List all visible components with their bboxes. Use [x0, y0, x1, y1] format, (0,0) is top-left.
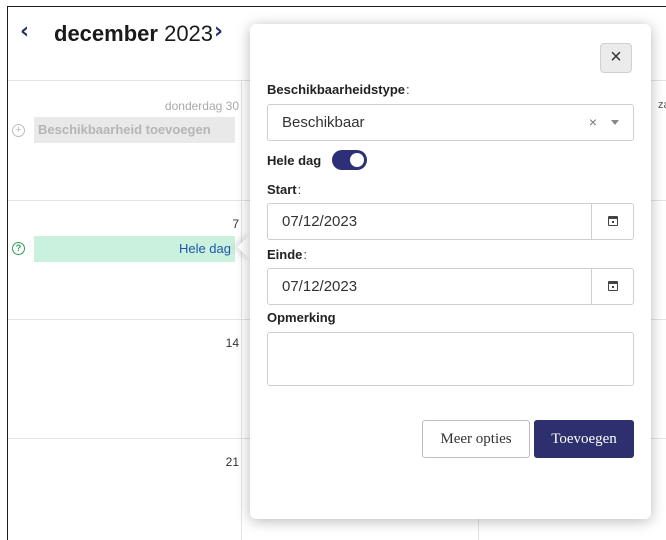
- add-availability-button[interactable]: Beschikbaarheid toevoegen: [34, 117, 235, 143]
- day-number: 14: [225, 336, 239, 350]
- start-date-picker-button[interactable]: [591, 203, 633, 240]
- all-day-toggle[interactable]: [332, 150, 367, 170]
- chevron-left-icon[interactable]: ‹: [20, 21, 29, 43]
- availability-popover: × Beschikbaarheidstype: Beschikbaar × He…: [250, 24, 651, 519]
- chevron-right-icon[interactable]: ›: [214, 21, 223, 43]
- start-date-input[interactable]: 07/12/2023: [267, 203, 634, 240]
- toggle-knob: [350, 153, 364, 167]
- day-number: 21: [225, 455, 239, 469]
- availability-type-label-text: Beschikbaarheidstype: [267, 82, 406, 97]
- all-day-label: Hele dag: [267, 153, 322, 168]
- remark-label: Opmerking: [267, 310, 336, 325]
- end-date-value: 07/12/2023: [282, 278, 358, 295]
- event-all-day[interactable]: Hele dag: [34, 236, 235, 262]
- required-mark: :: [406, 82, 410, 97]
- question-circle-icon: ?: [12, 242, 25, 255]
- start-date-value: 07/12/2023: [282, 213, 358, 230]
- availability-type-value: Beschikbaar: [282, 114, 365, 131]
- add-button[interactable]: Toevoegen: [534, 420, 634, 458]
- close-icon: ×: [610, 46, 622, 68]
- day-number: donderdag 30: [164, 99, 239, 113]
- end-date-input[interactable]: 07/12/2023: [267, 268, 634, 305]
- availability-type-label: Beschikbaarheidstype:: [267, 82, 410, 97]
- close-button[interactable]: ×: [600, 43, 632, 73]
- month-name: december: [54, 21, 158, 46]
- day-number: 7: [232, 217, 239, 231]
- grid-divider: [241, 81, 242, 540]
- day-header-saturday: za: [658, 99, 666, 111]
- remark-textarea[interactable]: [267, 332, 634, 386]
- calendar-icon: [608, 281, 618, 291]
- clear-icon[interactable]: ×: [589, 105, 597, 140]
- chevron-down-icon[interactable]: [611, 120, 619, 125]
- calendar-icon: [608, 216, 618, 226]
- end-date-picker-button[interactable]: [591, 268, 633, 305]
- more-options-button[interactable]: Meer opties: [422, 420, 530, 458]
- year: 2023: [164, 21, 214, 46]
- month-title: december 2023: [54, 21, 213, 47]
- required-mark: :: [297, 182, 302, 197]
- end-label-text: Einde: [267, 247, 303, 262]
- start-label: Start:: [267, 182, 301, 197]
- availability-type-select[interactable]: Beschikbaar ×: [267, 104, 634, 141]
- start-label-text: Start: [267, 182, 297, 197]
- end-label: Einde:: [267, 247, 307, 262]
- required-mark: :: [303, 247, 308, 262]
- plus-circle-icon[interactable]: +: [12, 124, 25, 137]
